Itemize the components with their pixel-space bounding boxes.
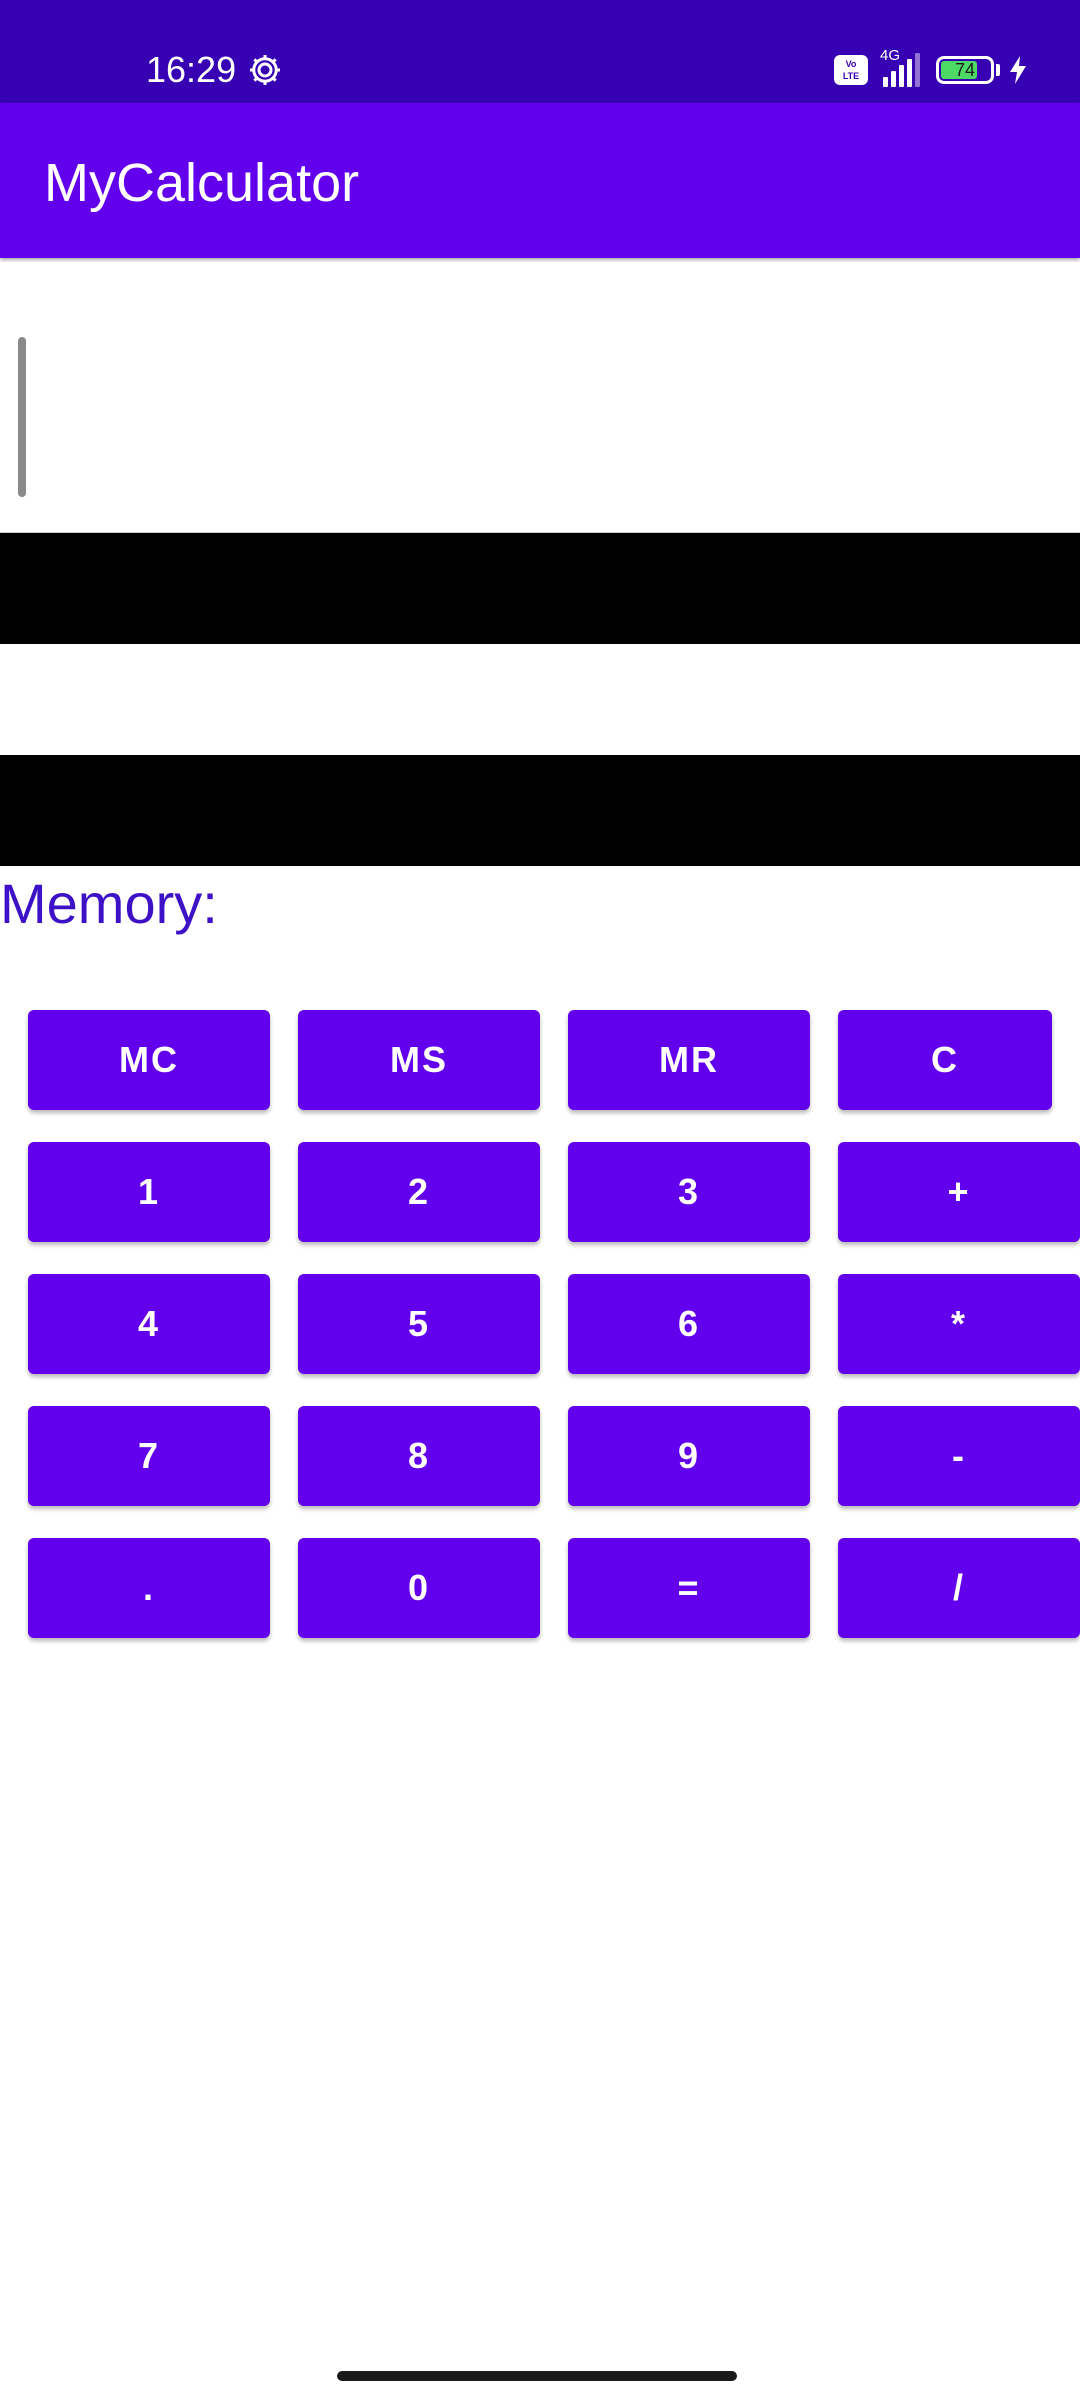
key-digit-7-button[interactable]: 7 — [28, 1406, 270, 1506]
network-type: 4G — [880, 47, 901, 64]
result-display-bottom — [0, 755, 1080, 866]
key-mc-button[interactable]: MC — [28, 1010, 270, 1110]
volte-icon: Vo LTE — [834, 55, 868, 85]
app-title: MyCalculator — [44, 153, 360, 213]
key-digit-8-button[interactable]: 8 — [298, 1406, 540, 1506]
key-ms-button[interactable]: MS — [298, 1010, 540, 1110]
expression-input[interactable] — [0, 262, 1080, 533]
key-digit-3-button[interactable]: 3 — [568, 1142, 810, 1242]
key-digit-2-button[interactable]: 2 — [298, 1142, 540, 1242]
key-digit-1-button[interactable]: 1 — [28, 1142, 270, 1242]
home-indicator[interactable] — [337, 2371, 737, 2381]
volte-line-2: LTE — [842, 71, 860, 81]
key-digit-5-button[interactable]: 5 — [298, 1274, 540, 1374]
signal-icon: 4G — [880, 47, 920, 87]
battery-tip — [996, 64, 1000, 76]
status-bar: 16:29 Vo LTE 4G 74 — [0, 0, 1080, 103]
key-digit-0-button[interactable]: 0 — [298, 1538, 540, 1638]
volte-line-1: Vo — [845, 59, 857, 69]
key-clear-button[interactable]: C — [838, 1010, 1052, 1110]
text-cursor — [18, 337, 26, 497]
battery-icon: 74 — [936, 56, 994, 84]
signal-bar — [907, 59, 912, 87]
battery-level: 74 — [954, 60, 976, 80]
signal-bar — [899, 65, 904, 87]
memory-label: Memory: — [0, 872, 218, 935]
key-digit-9-button[interactable]: 9 — [568, 1406, 810, 1506]
signal-bar — [891, 71, 896, 87]
signal-bar — [883, 77, 888, 87]
key-digit-4-button[interactable]: 4 — [28, 1274, 270, 1374]
key-plus-button[interactable]: + — [838, 1142, 1080, 1242]
status-icons: Vo LTE 4G 74 — [834, 47, 1028, 90]
status-time: 16:29 — [146, 49, 237, 90]
result-display-top — [0, 533, 1080, 644]
key-mr-button[interactable]: MR — [568, 1010, 810, 1110]
key-multiply-button[interactable]: * — [838, 1274, 1080, 1374]
key-minus-button[interactable]: - — [838, 1406, 1080, 1506]
key-decimal-button[interactable]: . — [28, 1538, 270, 1638]
signal-bar — [915, 53, 920, 87]
key-divide-button[interactable]: / — [838, 1538, 1080, 1638]
charging-bolt-icon — [1010, 56, 1026, 84]
key-equals-button[interactable]: = — [568, 1538, 810, 1638]
key-digit-6-button[interactable]: 6 — [568, 1274, 810, 1374]
gear-icon — [250, 55, 280, 85]
